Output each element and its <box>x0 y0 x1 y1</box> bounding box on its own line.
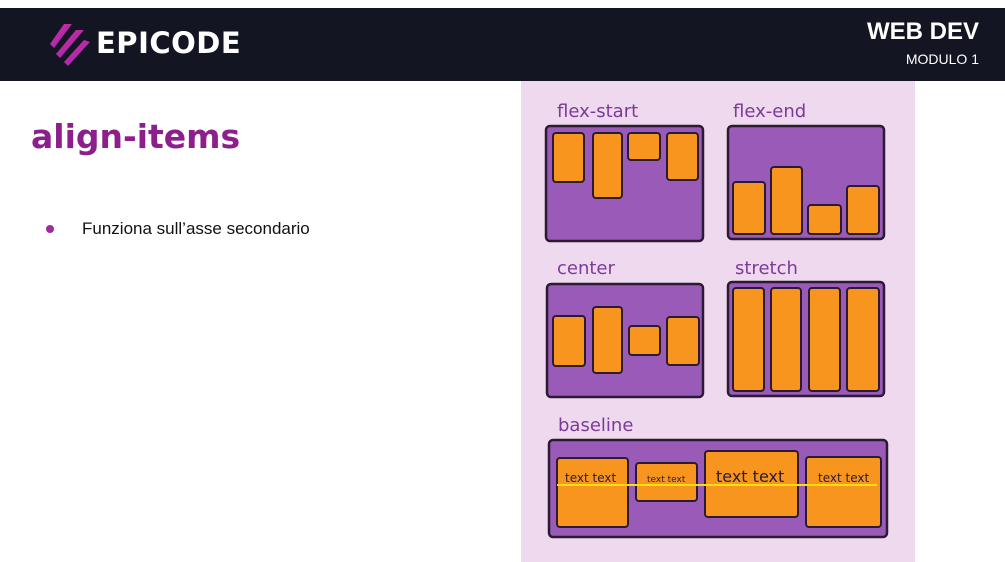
panel-center <box>545 282 705 399</box>
course-title: WEB DEV <box>866 18 979 45</box>
flex-item <box>808 287 841 392</box>
panel-baseline: text text text text text text text text <box>547 438 889 539</box>
panel-flex-end <box>726 124 886 241</box>
flex-item <box>628 325 661 356</box>
flex-item <box>732 181 766 235</box>
flex-item <box>805 456 882 528</box>
flex-item <box>666 132 699 181</box>
flex-item <box>552 132 585 183</box>
flex-item <box>770 166 803 235</box>
flex-item <box>592 132 623 199</box>
baseline-item-text: text text <box>565 471 616 485</box>
epicode-logo-icon <box>50 24 90 66</box>
module-label: MODULO 1 <box>905 51 979 67</box>
flex-item <box>592 306 623 374</box>
flex-item <box>627 132 661 161</box>
slide-title: align-items <box>31 117 241 156</box>
panel-label-flex-end: flex-end <box>733 101 806 122</box>
flex-item <box>807 204 842 235</box>
panel-label-flex-start: flex-start <box>557 101 638 122</box>
panel-label-baseline: baseline <box>558 415 633 436</box>
panel-flex-start <box>544 124 705 243</box>
flex-item <box>552 315 586 367</box>
bullet-text: Funziona sull’asse secondario <box>82 219 310 238</box>
align-items-illustration: flex-start flex-end center stretch basel… <box>521 81 915 562</box>
bullet-dot <box>46 225 54 233</box>
align-items-diagram: flex-start flex-end center stretch basel… <box>544 101 889 539</box>
flex-item <box>556 457 629 528</box>
baseline-item-text: text text <box>818 471 869 485</box>
baseline-item-text: text text <box>647 475 686 485</box>
brand-name: EPICODE <box>96 26 242 60</box>
flex-item <box>846 287 880 392</box>
panel-label-stretch: stretch <box>735 258 798 279</box>
panel-label-center: center <box>557 258 616 279</box>
flex-item <box>666 316 700 366</box>
panel-stretch <box>726 280 886 398</box>
top-strip <box>0 0 1005 8</box>
flex-item <box>732 287 765 392</box>
flex-item <box>846 185 880 235</box>
header-bar: EPICODE WEB DEV MODULO 1 <box>0 8 1005 81</box>
baseline-item-text: text text <box>716 467 784 486</box>
flex-item <box>770 287 802 392</box>
